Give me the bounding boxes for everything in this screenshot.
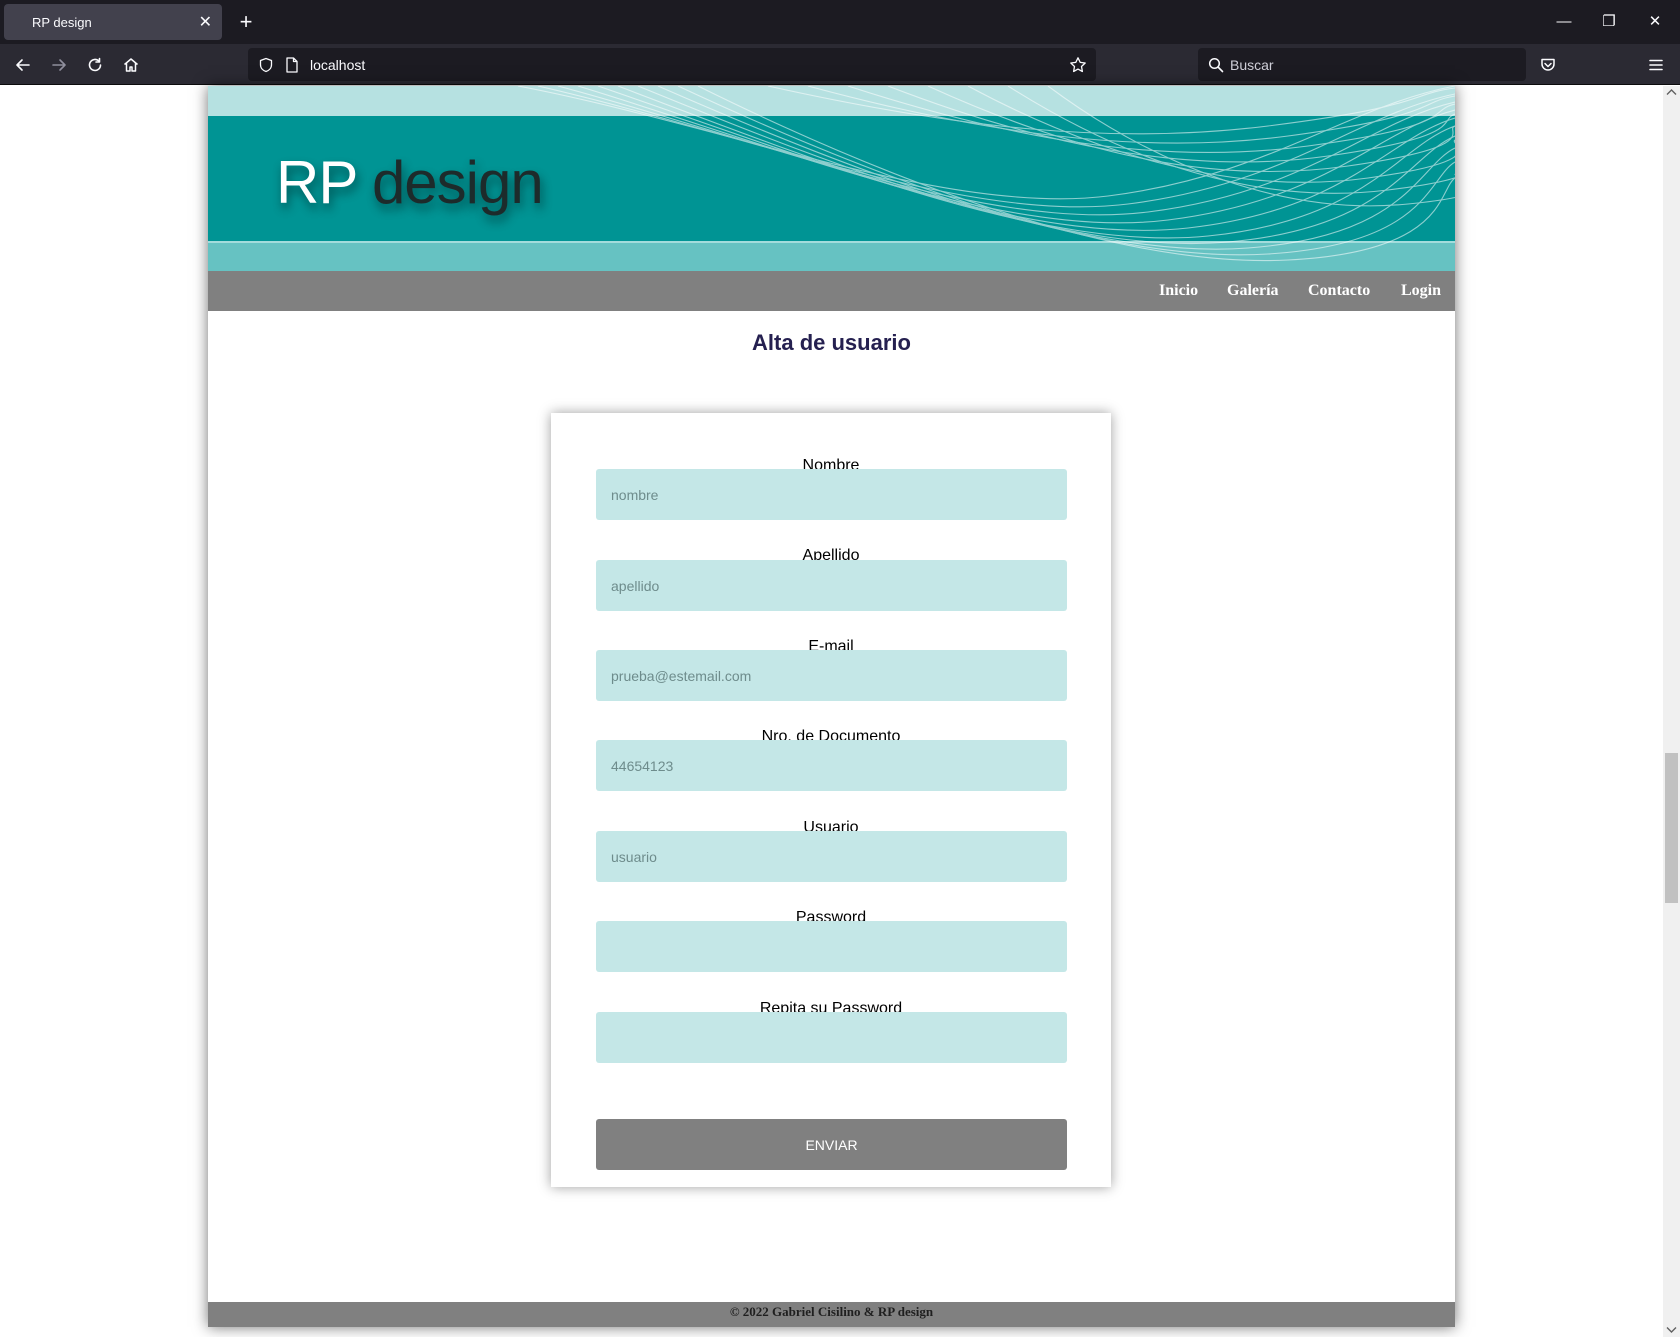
registration-form: Nombre Apellido E-mail Nro. de Documento…: [551, 413, 1111, 1187]
menu-item-login[interactable]: Login: [1401, 282, 1441, 300]
scroll-up-icon[interactable]: [1666, 88, 1677, 96]
forward-icon[interactable]: [44, 50, 74, 80]
search-icon: [1206, 55, 1226, 75]
site-logo[interactable]: RP design: [276, 148, 544, 217]
bookmark-star-icon[interactable]: [1068, 55, 1088, 75]
back-icon[interactable]: [8, 50, 38, 80]
browser-tab-bar: RP design ✕ + — ❐ ✕: [0, 0, 1680, 44]
documento-input[interactable]: [596, 740, 1067, 791]
logo-rp-text: RP: [276, 149, 357, 216]
reload-icon[interactable]: [80, 50, 110, 80]
scroll-down-icon[interactable]: [1666, 1326, 1677, 1334]
logo-design-text: design: [371, 149, 544, 216]
restore-button[interactable]: ❐: [1597, 10, 1621, 34]
browser-tab[interactable]: RP design ✕: [4, 4, 222, 40]
nombre-input[interactable]: [596, 469, 1067, 520]
password-input[interactable]: [596, 921, 1067, 972]
page-title: Alta de usuario: [752, 330, 911, 355]
page-container: RP design Inicio Galería Contacto Login …: [208, 86, 1455, 1327]
menu-item-inicio[interactable]: Inicio: [1159, 282, 1198, 300]
search-placeholder: Buscar: [1230, 57, 1274, 73]
page-icon: [282, 55, 302, 75]
page-scrollbar[interactable]: [1663, 86, 1680, 1337]
tab-close-icon[interactable]: ✕: [199, 12, 212, 32]
pocket-icon[interactable]: [1533, 50, 1563, 80]
home-icon[interactable]: [116, 50, 146, 80]
browser-nav-bar: localhost Buscar: [0, 44, 1680, 85]
menu-hamburger-icon[interactable]: [1641, 50, 1671, 80]
shield-icon[interactable]: [256, 55, 276, 75]
minimize-button[interactable]: —: [1552, 10, 1576, 34]
menu-item-galeria[interactable]: Galería: [1227, 282, 1279, 300]
usuario-input[interactable]: [596, 831, 1067, 882]
window-close-button[interactable]: ✕: [1643, 10, 1667, 34]
url-bar[interactable]: localhost: [248, 48, 1096, 81]
email-input[interactable]: [596, 650, 1067, 701]
site-footer: © 2022 Gabriel Cisilino & RP design: [208, 1302, 1455, 1327]
url-text: localhost: [310, 57, 366, 73]
search-bar[interactable]: Buscar: [1198, 48, 1526, 81]
apellido-input[interactable]: [596, 560, 1067, 611]
site-menu: Inicio Galería Contacto Login: [208, 271, 1455, 311]
menu-item-contacto[interactable]: Contacto: [1308, 282, 1370, 300]
tab-title: RP design: [32, 15, 92, 30]
new-tab-button[interactable]: +: [234, 8, 258, 36]
repeat-password-input[interactable]: [596, 1012, 1067, 1063]
scrollbar-thumb[interactable]: [1665, 753, 1678, 903]
submit-button[interactable]: ENVIAR: [596, 1119, 1067, 1170]
